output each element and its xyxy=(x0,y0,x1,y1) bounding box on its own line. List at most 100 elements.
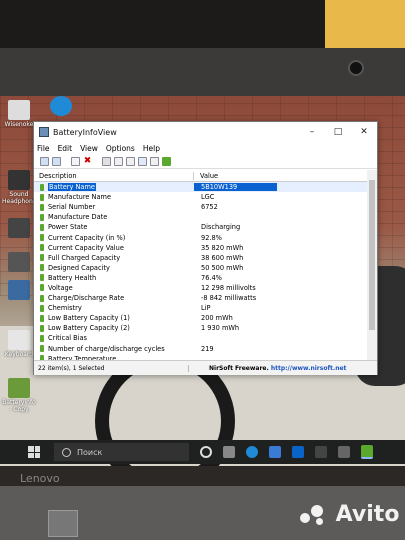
battery-info-icon[interactable] xyxy=(40,156,49,166)
mail-icon[interactable] xyxy=(292,446,304,458)
row-value: 76.4% xyxy=(201,273,222,282)
desktop-icon-3[interactable] xyxy=(2,252,36,273)
column-header-value[interactable]: Value xyxy=(194,172,218,180)
table-row[interactable]: Manufacture Date xyxy=(34,212,367,222)
row-value: LiP xyxy=(201,304,211,313)
table-row[interactable]: Low Battery Capacity (1) 200 mWh xyxy=(34,313,367,323)
row-description: Designed Capacity xyxy=(48,263,110,272)
desktop-icon-4[interactable] xyxy=(2,280,36,301)
column-header-description[interactable]: Description xyxy=(34,171,194,180)
menu-edit[interactable]: Edit xyxy=(58,144,73,153)
table-body: Battery Name 5B10W139 Manufacture Name LGC S… xyxy=(34,182,367,360)
battery-row-icon xyxy=(40,254,44,262)
table-row[interactable]: Full Charged Capacity 38 600 mWh xyxy=(34,253,367,263)
menu-options[interactable]: Options xyxy=(106,144,135,153)
battery-row-icon xyxy=(40,294,44,302)
table-row[interactable]: Power State Discharging xyxy=(34,222,367,232)
row-description: Low Battery Capacity (1) xyxy=(48,314,130,323)
delete-icon[interactable]: ✖ xyxy=(83,156,92,166)
camera-taskbar-icon[interactable] xyxy=(338,446,350,458)
table-row[interactable]: Charge/Discharge Rate -8 842 milliwatts xyxy=(34,293,367,303)
row-value: 200 mWh xyxy=(201,314,233,323)
keyboard-icon xyxy=(8,330,30,350)
save-icon[interactable] xyxy=(102,156,111,166)
row-description: Charge/Discharge Rate xyxy=(48,294,125,303)
row-description-cell: Low Battery Capacity (2) xyxy=(34,324,194,332)
row-description: Current Capacity Value xyxy=(48,243,124,252)
battery-row-icon xyxy=(40,345,44,353)
battery-row-icon xyxy=(40,234,44,242)
battery-row-icon xyxy=(40,193,44,201)
store-icon[interactable] xyxy=(269,446,281,458)
battery-log-icon[interactable] xyxy=(52,156,61,166)
search-icon xyxy=(62,447,71,457)
menu-help[interactable]: Help xyxy=(143,144,160,153)
vertical-scrollbar[interactable] xyxy=(367,170,377,360)
menu-view[interactable]: View xyxy=(80,144,98,153)
close-button[interactable]: ✕ xyxy=(351,127,377,137)
table-row[interactable]: Critical Bias xyxy=(34,333,367,343)
battery-row-icon xyxy=(40,264,44,272)
table-row[interactable]: Battery Name 5B10W139 xyxy=(34,182,367,193)
scrollbar-thumb[interactable] xyxy=(369,180,375,330)
desktop-icon-edge[interactable] xyxy=(44,96,78,117)
battery-row-icon xyxy=(40,324,44,332)
report-icon[interactable] xyxy=(126,156,135,166)
exit-icon[interactable] xyxy=(162,156,171,166)
options-icon[interactable] xyxy=(71,156,80,166)
menu-file[interactable]: File xyxy=(37,144,50,153)
avito-watermark: Avito xyxy=(300,502,399,527)
row-description-cell: Number of charge/discharge cycles xyxy=(34,345,194,353)
desktop-icon-5[interactable]: Keyboard xyxy=(2,330,36,358)
find-icon[interactable] xyxy=(150,156,159,166)
table-row[interactable]: Voltage 12 298 millivolts xyxy=(34,283,367,293)
app-taskbar-icon[interactable] xyxy=(315,446,327,458)
title-bar[interactable]: BatteryInfoView – □ ✕ xyxy=(34,122,377,142)
row-description-cell: Chemistry xyxy=(34,304,194,312)
table-row[interactable]: Current Capacity (in %) 92.8% xyxy=(34,232,367,242)
nirsoft-link[interactable]: http://www.nirsoft.net xyxy=(271,365,347,372)
row-description-cell: Designed Capacity xyxy=(34,264,194,272)
row-value: LGC xyxy=(201,193,215,202)
desktop-icon-1[interactable]: Sound Headphone xyxy=(2,170,36,205)
windows-start-icon[interactable] xyxy=(28,446,40,458)
edge-taskbar-icon[interactable] xyxy=(246,446,258,458)
task-view-icon[interactable] xyxy=(200,446,212,458)
status-bar: 22 item(s), 1 Selected NirSoft Freeware.… xyxy=(34,360,377,375)
row-description-cell: Full Charged Capacity xyxy=(34,254,194,262)
taskbar: Поиск xyxy=(0,440,405,464)
table-row[interactable]: Low Battery Capacity (2) 1 930 mWh xyxy=(34,323,367,333)
table-row[interactable]: Serial Number 6752 xyxy=(34,202,367,212)
battery-row-icon xyxy=(40,284,44,292)
toolbar-separator xyxy=(95,157,99,166)
table-row[interactable]: Manufacture Name LGC xyxy=(34,192,367,202)
table-row[interactable]: Designed Capacity 50 500 mWh xyxy=(34,263,367,273)
credit-text: NirSoft Freeware. xyxy=(209,364,271,372)
row-value: 5B10W139 xyxy=(194,183,278,192)
maximize-button[interactable]: □ xyxy=(325,127,351,137)
row-description: Full Charged Capacity xyxy=(48,253,121,262)
battery-row-icon xyxy=(40,274,44,282)
minimize-button[interactable]: – xyxy=(299,127,325,137)
batteryinfoview-taskbar-icon[interactable] xyxy=(361,445,373,459)
row-value: 35 820 mWh xyxy=(201,243,244,252)
desktop-icon-2[interactable] xyxy=(2,218,36,239)
taskbar-search[interactable]: Поиск xyxy=(54,443,189,461)
table-header: Description Value xyxy=(34,170,367,182)
properties-icon[interactable] xyxy=(138,156,147,166)
table-row[interactable]: Chemistry LiP xyxy=(34,303,367,313)
widgets-icon[interactable] xyxy=(223,446,235,458)
desktop-icon-6[interactable]: Batteryinfo - Copy xyxy=(2,378,36,413)
copy-icon[interactable] xyxy=(114,156,123,166)
table-row[interactable]: Battery Health 76.4% xyxy=(34,273,367,283)
table-row[interactable]: Number of charge/discharge cycles 219 xyxy=(34,344,367,354)
laptop-hinge xyxy=(48,510,78,537)
desktop-icon-0[interactable]: Wisenoke xyxy=(2,100,36,128)
table-row[interactable]: Current Capacity Value 35 820 mWh xyxy=(34,243,367,253)
row-value: 50 500 mWh xyxy=(201,263,244,272)
row-description-cell: Current Capacity (in %) xyxy=(34,234,194,242)
row-description: Critical Bias xyxy=(48,334,87,343)
battery-row-icon xyxy=(40,223,44,231)
webcam xyxy=(348,60,364,76)
row-description-cell: Critical Bias xyxy=(34,334,194,342)
